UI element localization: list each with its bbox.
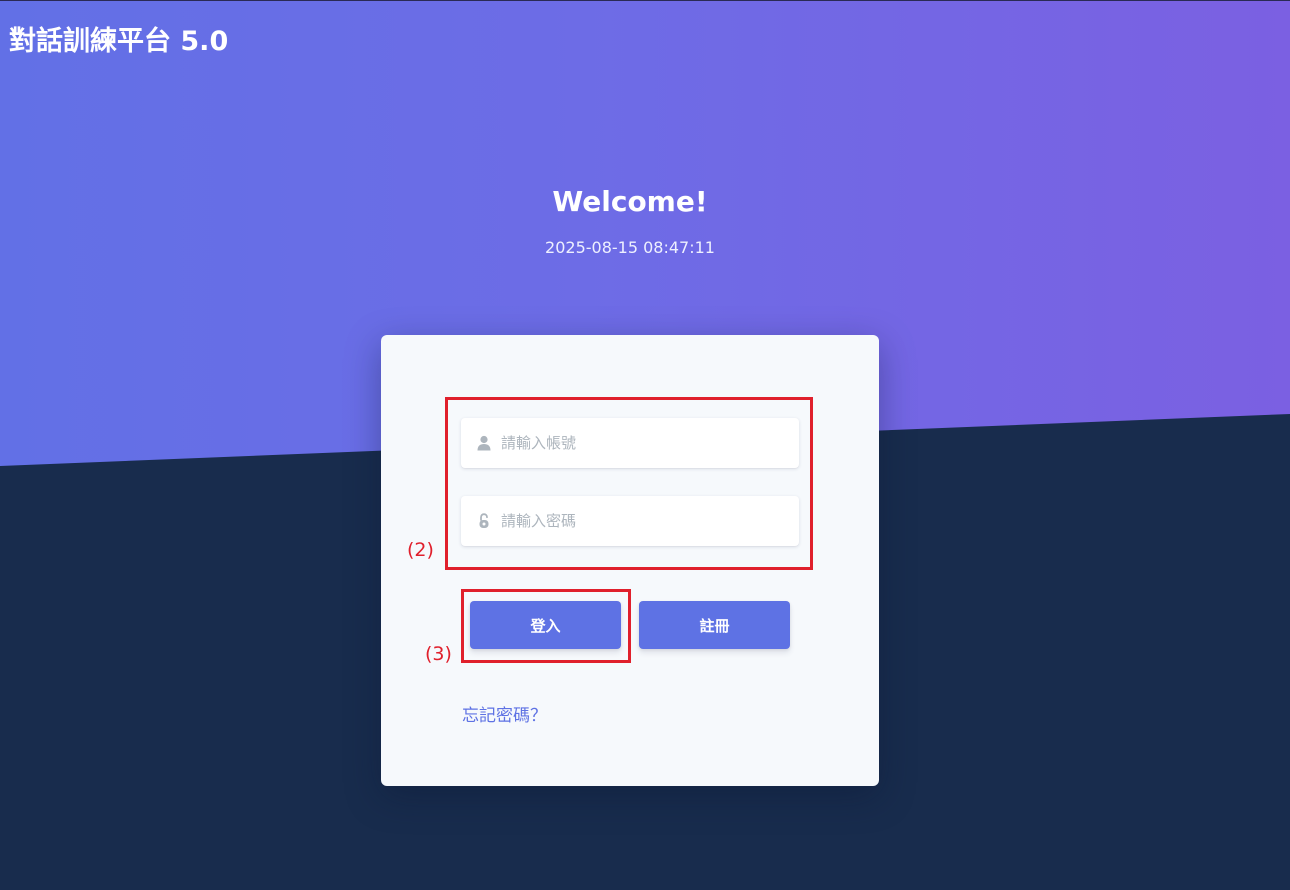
forgot-password-link[interactable]: 忘記密碼？ [462,704,547,728]
top-border [0,0,1290,1]
current-datetime: 2025-08-15 08:47:11 [545,238,715,257]
login-page: 對話訓練平台 5.0 Welcome! 2025-08-15 08:47:11 [0,0,1290,890]
annotation-box-login [461,589,631,663]
annotation-label-login: (3) [425,643,452,665]
welcome-heading: Welcome! [552,185,708,218]
register-button[interactable]: 註冊 [639,601,790,649]
annotation-label-fields: (2) [407,539,434,561]
brand-title[interactable]: 對話訓練平台 5.0 [9,24,228,60]
annotation-box-fields [445,397,813,570]
